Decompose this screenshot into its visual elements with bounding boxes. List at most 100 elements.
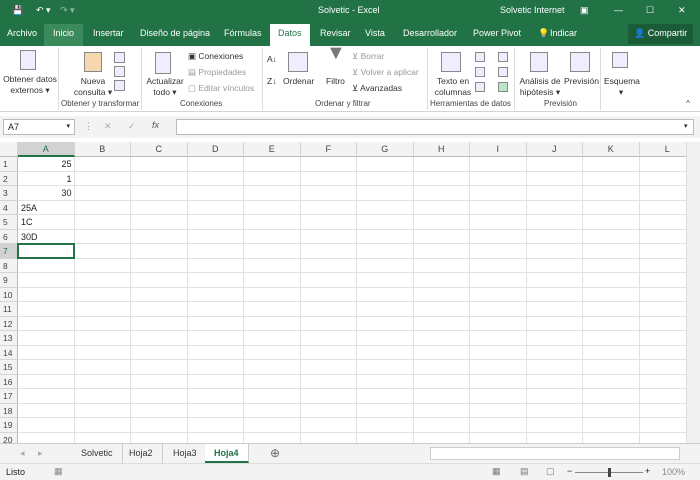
row-header[interactable]: 11 bbox=[0, 302, 18, 317]
collapse-ribbon-icon[interactable]: ^ bbox=[686, 98, 690, 109]
column-header[interactable]: A bbox=[18, 142, 75, 157]
tab-desarrollador[interactable]: Desarrollador bbox=[403, 28, 457, 38]
row-header[interactable]: 6 bbox=[0, 229, 18, 244]
cell[interactable]: 1 bbox=[18, 172, 75, 186]
tab-insertar[interactable]: Insertar bbox=[93, 28, 124, 38]
get-external-data-button[interactable]: Obtener datos externos ▾ bbox=[2, 74, 58, 96]
remove-duplicates-icon[interactable] bbox=[475, 67, 485, 77]
edit-links-button[interactable]: ▢ Editar vínculos bbox=[188, 83, 254, 94]
column-header[interactable]: C bbox=[131, 142, 188, 157]
row-header[interactable]: 12 bbox=[0, 316, 18, 331]
scroll-right-icon[interactable]: ▸ bbox=[38, 448, 43, 459]
row-header[interactable]: 9 bbox=[0, 273, 18, 288]
row-header[interactable]: 7 bbox=[0, 244, 18, 259]
formula-input[interactable] bbox=[176, 119, 694, 135]
column-header[interactable]: D bbox=[187, 142, 244, 157]
ribbon-display-icon[interactable]: ▣ bbox=[580, 5, 589, 16]
sort-button[interactable]: Ordenar bbox=[283, 76, 314, 87]
clear-button[interactable]: ⊻ Borrar bbox=[352, 51, 384, 62]
data-model-icon[interactable] bbox=[498, 82, 508, 92]
sort-za-button[interactable]: Z↓ bbox=[267, 76, 276, 87]
redo-icon[interactable]: ↷ ▾ bbox=[60, 5, 75, 16]
macro-record-icon[interactable]: ▦ bbox=[54, 466, 63, 477]
minimize-icon[interactable]: — bbox=[614, 5, 623, 15]
what-if-button[interactable]: Análisis de hipótesis ▾ bbox=[517, 76, 563, 98]
cancel-icon[interactable]: ✕ bbox=[104, 121, 112, 132]
select-all-corner[interactable] bbox=[0, 142, 18, 157]
flash-fill-icon[interactable] bbox=[475, 52, 485, 62]
expand-formula-icon[interactable]: ▾ bbox=[684, 122, 688, 130]
row-header[interactable]: 18 bbox=[0, 403, 18, 418]
insert-function-icon[interactable]: fx bbox=[152, 120, 159, 130]
properties-button[interactable]: ▤ Propiedades bbox=[188, 67, 246, 78]
column-header[interactable]: L bbox=[639, 142, 686, 157]
advanced-button[interactable]: ⊻ Avanzadas bbox=[352, 83, 402, 94]
column-header[interactable]: E bbox=[244, 142, 301, 157]
new-query-button[interactable]: Nueva consulta ▾ bbox=[70, 76, 116, 98]
row-header[interactable]: 10 bbox=[0, 287, 18, 302]
scroll-left-icon[interactable]: ◂ bbox=[20, 448, 25, 459]
maximize-icon[interactable]: ☐ bbox=[646, 5, 654, 16]
undo-icon[interactable]: ↶ ▾ bbox=[36, 5, 51, 16]
tab-archivo[interactable]: Archivo bbox=[7, 28, 37, 38]
tab-vista[interactable]: Vista bbox=[365, 28, 385, 38]
row-header[interactable]: 2 bbox=[0, 171, 18, 186]
sheet-tab[interactable]: Hoja3 bbox=[164, 444, 207, 463]
tab-inicio[interactable]: Inicio bbox=[44, 24, 84, 46]
tab-diseno[interactable]: Diseño de página bbox=[140, 28, 210, 38]
row-header[interactable]: 15 bbox=[0, 360, 18, 375]
tab-formulas[interactable]: Fórmulas bbox=[224, 28, 262, 38]
worksheet-grid[interactable]: A B C D E F G H I J K L 1 2 3 4 5 6 7 8 9 10 11 12 13 14 15 16 17 18 1… bbox=[0, 142, 686, 443]
new-sheet-icon[interactable]: ⊕ bbox=[270, 446, 280, 460]
cell[interactable]: 25 bbox=[18, 157, 75, 171]
cell[interactable]: 1C bbox=[18, 215, 75, 229]
enter-icon[interactable]: ✓ bbox=[128, 121, 136, 132]
filter-button[interactable]: Filtro bbox=[326, 76, 345, 87]
save-icon[interactable]: 💾 bbox=[12, 5, 23, 16]
column-header[interactable]: J bbox=[526, 142, 583, 157]
tab-revisar[interactable]: Revisar bbox=[320, 28, 351, 38]
forecast-sheet-button[interactable]: Previsión bbox=[564, 76, 599, 87]
column-header[interactable]: F bbox=[300, 142, 357, 157]
show-queries-icon[interactable] bbox=[114, 52, 125, 63]
horizontal-scrollbar[interactable] bbox=[430, 447, 680, 460]
row-header[interactable]: 1 bbox=[0, 157, 18, 172]
row-header[interactable]: 8 bbox=[0, 258, 18, 273]
row-header[interactable]: 3 bbox=[0, 186, 18, 201]
name-box[interactable]: A7 ▾ bbox=[3, 119, 75, 135]
row-header[interactable]: 20 bbox=[0, 432, 18, 443]
column-header[interactable]: I bbox=[470, 142, 527, 157]
connections-button[interactable]: ▣ Conexiones bbox=[188, 51, 243, 62]
zoom-level[interactable]: 100% bbox=[662, 467, 685, 477]
column-header[interactable]: B bbox=[74, 142, 131, 157]
column-header[interactable]: H bbox=[413, 142, 470, 157]
consolidate-icon[interactable] bbox=[498, 52, 508, 62]
page-layout-icon[interactable]: ▤ bbox=[520, 466, 529, 477]
relationships-icon[interactable] bbox=[498, 67, 508, 77]
tab-datos[interactable]: Datos bbox=[270, 24, 310, 46]
vertical-scrollbar[interactable] bbox=[686, 142, 700, 443]
sheet-tab[interactable]: Hoja2 bbox=[120, 444, 163, 463]
row-header[interactable]: 19 bbox=[0, 418, 18, 433]
outline-button[interactable]: Esquema ▾ bbox=[604, 76, 640, 98]
sheet-tab[interactable]: Hoja4 bbox=[205, 444, 249, 463]
account-name[interactable]: Solvetic Internet bbox=[500, 5, 565, 15]
selected-cell[interactable] bbox=[17, 243, 75, 259]
row-header[interactable]: 16 bbox=[0, 374, 18, 389]
tell-me[interactable]: Indicar bbox=[550, 28, 577, 38]
zoom-in-icon[interactable]: + bbox=[645, 466, 650, 476]
row-header[interactable]: 5 bbox=[0, 215, 18, 230]
cell[interactable]: 30D bbox=[18, 230, 75, 244]
tab-power-pivot[interactable]: Power Pivot bbox=[473, 28, 521, 38]
row-header[interactable]: 17 bbox=[0, 389, 18, 404]
page-break-icon[interactable]: ▢ bbox=[546, 466, 555, 477]
text-to-columns-button[interactable]: Texto en columnas bbox=[432, 76, 474, 98]
row-header[interactable]: 14 bbox=[0, 345, 18, 360]
column-header[interactable]: G bbox=[357, 142, 414, 157]
column-header[interactable]: K bbox=[583, 142, 640, 157]
zoom-slider[interactable] bbox=[575, 468, 643, 477]
data-validation-icon[interactable] bbox=[475, 82, 485, 92]
close-icon[interactable]: ✕ bbox=[678, 5, 686, 16]
cell[interactable]: 30 bbox=[18, 186, 75, 200]
row-header[interactable]: 4 bbox=[0, 200, 18, 215]
